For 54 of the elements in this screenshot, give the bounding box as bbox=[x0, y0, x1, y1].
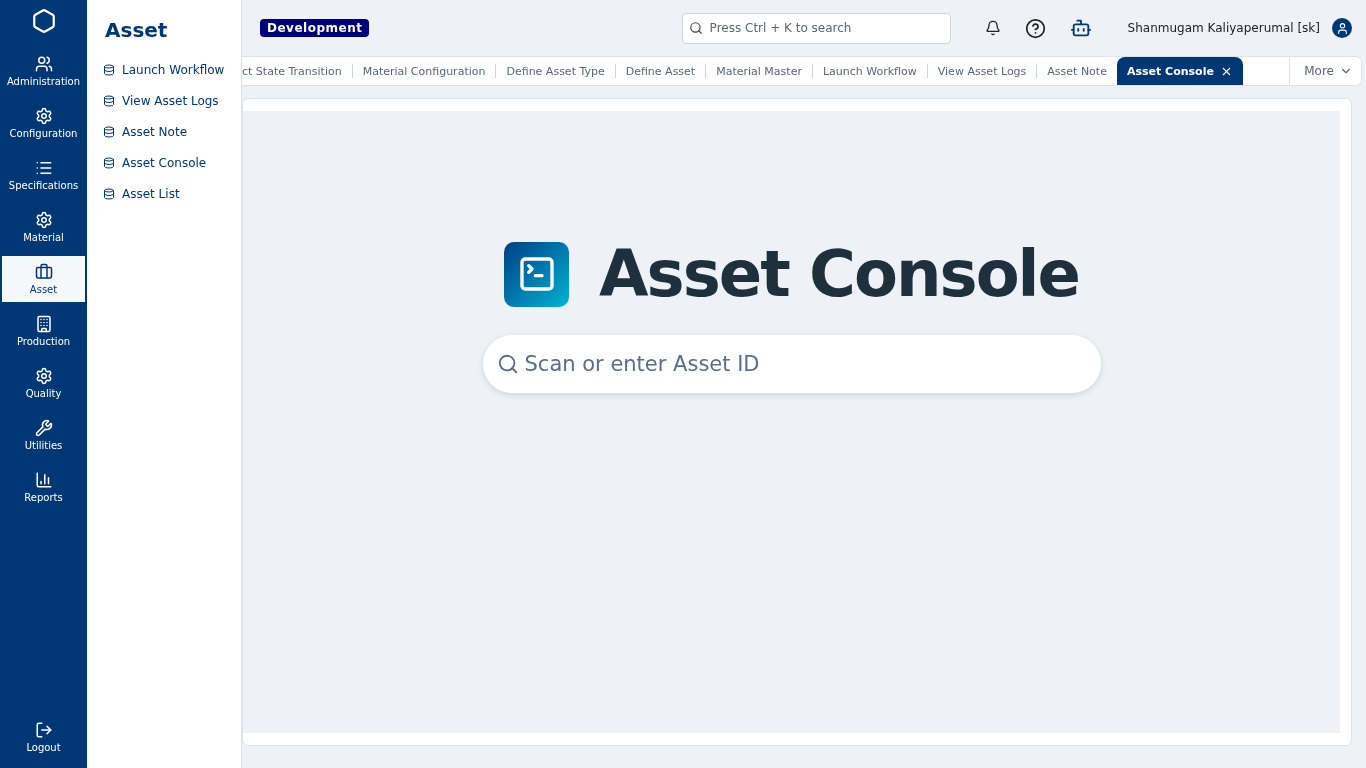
gear-icon bbox=[34, 211, 53, 229]
building-icon bbox=[34, 315, 53, 333]
logo-icon bbox=[30, 8, 57, 34]
search-icon bbox=[496, 353, 519, 375]
asset-id-field[interactable]: Scan or enter Asset ID bbox=[482, 335, 1101, 393]
tab[interactable]: Define Asset Type bbox=[496, 57, 615, 85]
help-icon[interactable] bbox=[1024, 17, 1046, 39]
submenu-item[interactable]: View Asset Logs bbox=[103, 85, 241, 116]
database-icon bbox=[103, 63, 115, 76]
sidebar-item[interactable]: Asset bbox=[2, 256, 85, 302]
gear-icon bbox=[34, 367, 53, 385]
wrench-icon bbox=[34, 419, 53, 437]
user-name: Shanmugam Kaliyaperumal [sk] bbox=[1127, 21, 1320, 35]
briefcase-icon bbox=[34, 263, 53, 281]
tab[interactable]: ct State Transition bbox=[242, 57, 352, 85]
sidebar-item[interactable]: Administration bbox=[2, 48, 85, 94]
sidebar-item[interactable]: Material bbox=[2, 204, 85, 250]
database-icon bbox=[103, 187, 115, 200]
user-avatar[interactable] bbox=[1332, 18, 1352, 38]
submenu-item[interactable]: Launch Workflow bbox=[103, 54, 241, 85]
submenu-item[interactable]: Asset Note bbox=[103, 116, 241, 147]
more-button[interactable]: More bbox=[1289, 57, 1361, 85]
tab[interactable]: Asset Note bbox=[1037, 57, 1117, 85]
sidebar-item[interactable]: Production bbox=[2, 308, 85, 354]
search-icon bbox=[688, 21, 703, 35]
sidebar-item[interactable]: Configuration bbox=[2, 100, 85, 146]
submenu-title: Asset bbox=[105, 18, 169, 42]
tab[interactable]: Asset Console bbox=[1116, 57, 1243, 85]
users-icon bbox=[34, 55, 53, 73]
submenu-item[interactable]: Asset List bbox=[103, 178, 241, 209]
environment-badge: Development bbox=[260, 19, 370, 37]
robot-icon[interactable] bbox=[1069, 17, 1092, 39]
list-icon bbox=[34, 159, 53, 177]
tab[interactable]: Define Asset bbox=[615, 57, 706, 85]
database-icon bbox=[103, 125, 115, 138]
database-icon bbox=[103, 156, 115, 169]
tab[interactable]: View Asset Logs bbox=[927, 57, 1037, 85]
bar-chart-icon bbox=[34, 471, 53, 489]
gear-icon bbox=[34, 107, 53, 125]
tab[interactable]: Launch Workflow bbox=[812, 57, 927, 85]
search-field[interactable]: Press Ctrl + K to search bbox=[681, 12, 951, 44]
page-title: Asset Console bbox=[599, 237, 1079, 311]
sidebar-item[interactable]: Utilities bbox=[2, 412, 85, 458]
logout-icon bbox=[34, 721, 53, 739]
tab[interactable]: Material Master bbox=[706, 57, 812, 85]
tab[interactable]: Material Configuration bbox=[352, 57, 496, 85]
sidebar-item[interactable]: Reports bbox=[2, 464, 85, 510]
sidebar-item[interactable]: Quality bbox=[2, 360, 85, 406]
sidebar-item[interactable]: Specifications bbox=[2, 152, 85, 198]
terminal-icon bbox=[504, 241, 570, 307]
submenu-item[interactable]: Asset Console bbox=[103, 147, 241, 178]
database-icon bbox=[103, 94, 115, 107]
bell-icon[interactable] bbox=[984, 20, 1001, 36]
logout-button[interactable]: Logout bbox=[2, 714, 85, 760]
